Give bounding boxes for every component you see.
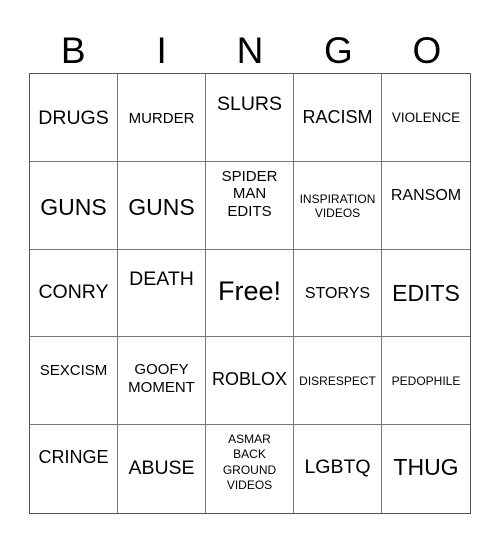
cell-text: DEATH — [129, 267, 194, 290]
bingo-cell[interactable]: GUNS — [118, 161, 206, 250]
header-letter-n: N — [236, 30, 264, 71]
bingo-cell[interactable]: SLURS — [206, 74, 294, 162]
cell-text: INSPIRATION VIDEOS — [299, 191, 376, 220]
bingo-cell[interactable]: DEATH — [118, 249, 206, 338]
cell-text: THUG — [393, 454, 459, 481]
bingo-cell[interactable]: INSPIRATION VIDEOS — [294, 161, 382, 250]
cell-text: GOOFY MOMENT — [128, 361, 195, 396]
bingo-cell[interactable]: VIOLENCE — [382, 74, 470, 162]
cell-text: STORYS — [304, 284, 371, 302]
bingo-cell[interactable]: GUNS — [30, 161, 118, 250]
cell-text: PEDOPHILE — [391, 374, 461, 389]
cell-text: LGBTQ — [304, 456, 371, 479]
cell-text: Free! — [217, 275, 282, 306]
header-letter-o: O — [412, 30, 442, 71]
cell-text: EDITS — [392, 279, 460, 306]
bingo-cell[interactable]: DISRESPECT — [294, 337, 382, 426]
cell-text: DISRESPECT — [299, 374, 376, 389]
bingo-cell[interactable]: ROBLOX — [206, 337, 294, 426]
header-letter-i: I — [156, 30, 167, 71]
cell-text: ABUSE — [128, 457, 195, 480]
bingo-cell[interactable]: EDITS — [382, 250, 470, 338]
bingo-cell[interactable]: PEDOPHILE — [382, 337, 470, 426]
bingo-cell[interactable]: SEXCISM — [30, 337, 118, 426]
header-letter-g: G — [324, 30, 353, 71]
cell-text: GUNS — [40, 193, 107, 220]
cell-text: DRUGS — [38, 107, 109, 129]
bingo-cell[interactable]: STORYS — [294, 249, 382, 338]
cell-text: SPIDER MAN EDITS — [221, 167, 278, 220]
header-letter-b: B — [60, 30, 86, 71]
bingo-cell[interactable]: LGBTQ — [294, 425, 382, 513]
bingo-cell[interactable]: THUG — [382, 425, 470, 513]
bingo-cell[interactable]: RANSOM — [382, 162, 470, 250]
bingo-cell[interactable]: GOOFY MOMENT — [118, 337, 206, 426]
free-space[interactable]: Free! — [206, 249, 294, 338]
bingo-header: B I N G O — [29, 30, 471, 72]
bingo-cell[interactable]: ABUSE — [118, 425, 206, 513]
cell-text: GUNS — [128, 193, 195, 220]
cell-text: CONRY — [38, 280, 109, 303]
cell-text: RACISM — [302, 107, 373, 127]
cell-text: ROBLOX — [211, 369, 288, 390]
bingo-cell[interactable]: SPIDER MAN EDITS — [206, 161, 294, 250]
bingo-cell[interactable]: MURDER — [118, 74, 206, 162]
cell-text: VIOLENCE — [391, 110, 461, 125]
cell-text: SEXCISM — [39, 362, 108, 380]
cell-text: CRINGE — [38, 447, 109, 468]
bingo-cell[interactable]: ASMAR BACK GROUND VIDEOS — [206, 425, 294, 513]
bingo-cell[interactable]: DRUGS — [30, 74, 118, 162]
cell-text: RANSOM — [390, 186, 462, 204]
bingo-cell[interactable]: CRINGE — [30, 425, 118, 513]
bingo-cell[interactable]: RACISM — [294, 74, 382, 162]
cell-text: ASMAR BACK GROUND VIDEOS — [222, 432, 277, 492]
cell-text: MURDER — [128, 110, 195, 127]
cell-text: SLURS — [216, 93, 283, 115]
bingo-grid: DRUGS MURDER SLURS RACISM VIOLENCE GUNS … — [29, 73, 471, 514]
bingo-cell[interactable]: CONRY — [30, 249, 118, 338]
